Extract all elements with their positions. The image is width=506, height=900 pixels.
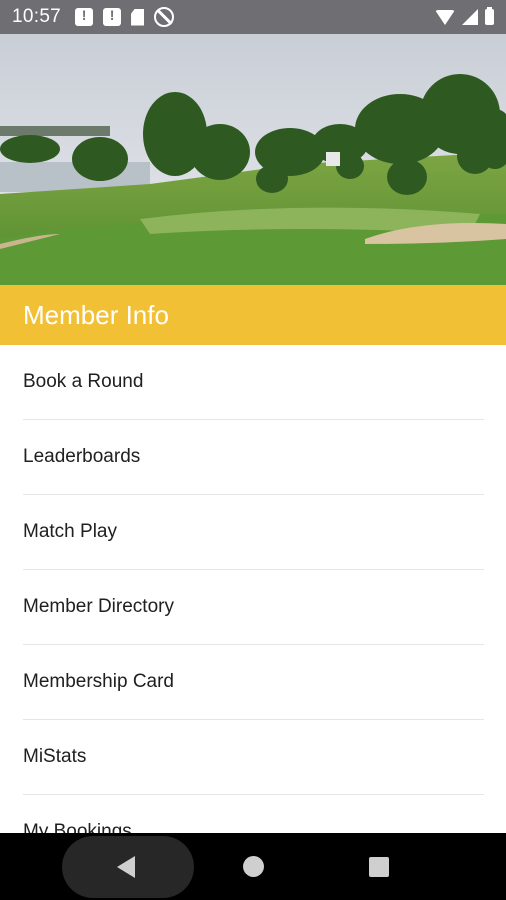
home-icon[interactable] [243, 856, 264, 877]
no-sync-icon [154, 7, 175, 27]
recents-icon[interactable] [369, 857, 389, 877]
menu-item-leaderboards[interactable]: Leaderboards [23, 420, 484, 495]
sd-card-icon [131, 8, 145, 26]
menu-item-label: My Bookings [23, 821, 132, 833]
navigation-bar [0, 833, 506, 900]
section-header: Member Info [0, 285, 506, 345]
menu-item-my-bookings[interactable]: My Bookings [23, 795, 484, 833]
status-time: 10:57 [12, 6, 62, 27]
notification-icons [75, 7, 175, 27]
message-alert-icon [103, 7, 122, 26]
section-title: Member Info [23, 299, 169, 330]
golf-course-photo [0, 34, 506, 285]
wifi-icon [435, 9, 455, 25]
signal-icon [462, 9, 478, 25]
menu-item-label: Leaderboards [23, 446, 141, 467]
back-icon[interactable] [117, 856, 135, 878]
menu-item-mistats[interactable]: MiStats [23, 720, 484, 795]
system-icons [435, 7, 494, 25]
menu-item-label: Membership Card [23, 671, 174, 692]
hero-image [0, 34, 506, 285]
menu-item-label: MiStats [23, 746, 87, 767]
menu-item-match-play[interactable]: Match Play [23, 495, 484, 570]
battery-icon [485, 7, 494, 25]
menu-item-label: Member Directory [23, 596, 174, 617]
menu-item-label: Book a Round [23, 371, 144, 392]
status-bar: 10:57 [0, 0, 506, 34]
menu-item-membership-card[interactable]: Membership Card [23, 645, 484, 720]
menu-list[interactable]: Book a Round Leaderboards Match Play Mem… [0, 345, 506, 833]
menu-item-member-directory[interactable]: Member Directory [23, 570, 484, 645]
menu-item-book-a-round[interactable]: Book a Round [23, 345, 484, 420]
message-alert-icon [75, 7, 94, 26]
menu-item-label: Match Play [23, 521, 117, 542]
